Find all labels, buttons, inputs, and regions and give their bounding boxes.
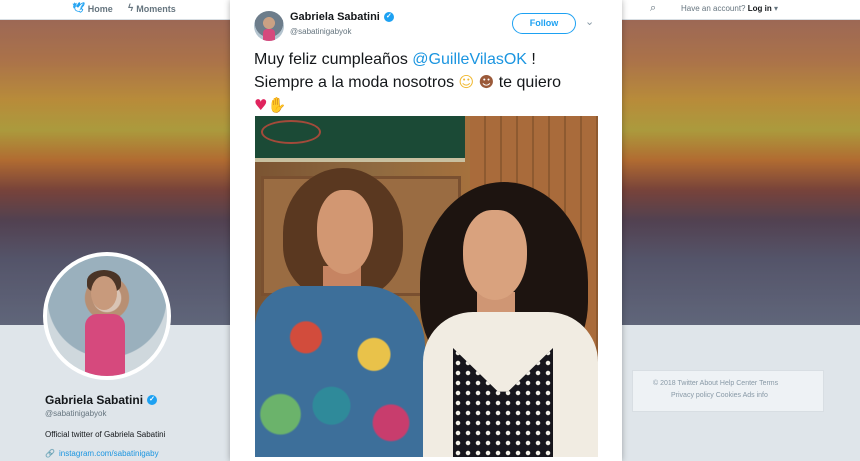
footer-line-1[interactable]: © 2018 Twitter About Help Center Terms <box>653 380 778 387</box>
home-icon: 🕊 <box>72 3 85 14</box>
tweet-photo[interactable] <box>255 116 598 457</box>
chevron-down-icon[interactable]: ⌄ <box>585 15 594 28</box>
tweet-author-avatar[interactable] <box>254 11 284 41</box>
footer-line-2[interactable]: Privacy policy Cookies Ads info <box>671 392 768 399</box>
follow-button[interactable]: Follow <box>512 13 576 34</box>
tweet-author-name-text: Gabriela Sabatini <box>290 11 380 23</box>
verified-badge-icon: ✓ <box>383 12 394 22</box>
avatar-shirt <box>85 314 125 376</box>
search-icon[interactable]: ⌕ <box>650 2 656 15</box>
tweet-text-line2: Siempre a la moda nosotros <box>254 74 459 91</box>
profile-website-link[interactable]: 🔗 instagram.com/sabatinigaby <box>45 449 159 458</box>
profile-name-text: Gabriela Sabatini <box>45 393 144 407</box>
photo-man-shirt <box>255 286 425 457</box>
profile-website-text[interactable]: instagram.com/sabatinigaby <box>59 449 159 458</box>
tweet-author-name[interactable]: Gabriela Sabatini ✓ <box>290 11 394 23</box>
mention-link[interactable]: @GuilleVilasOK <box>412 51 527 68</box>
link-icon: 🔗 <box>45 449 55 458</box>
avatar-face <box>91 276 117 310</box>
tweet-text: Muy feliz cumpleaños @GuilleVilasOK ! Si… <box>254 48 604 117</box>
nav-moments[interactable]: ϟ Moments <box>128 3 176 14</box>
chevron-down-icon[interactable]: ▾ <box>774 4 778 13</box>
profile-name[interactable]: Gabriela Sabatini ✓ <box>45 393 158 407</box>
login-link[interactable]: Log in <box>748 4 772 13</box>
tweet-author-handle[interactable]: @sabatinigabyok <box>290 27 352 36</box>
photo-man-face <box>317 190 373 274</box>
nav-moments-label: Moments <box>136 3 176 14</box>
nav-home[interactable]: 🕊 Home <box>72 3 113 14</box>
profile-handle[interactable]: @sabatinigabyok <box>45 409 107 418</box>
photo-green-banner <box>255 116 465 162</box>
photo-woman-face <box>463 210 527 300</box>
nav-home-label: Home <box>87 3 113 14</box>
profile-avatar[interactable] <box>43 252 171 380</box>
tweet-text-part1: Muy feliz cumpleaños <box>254 51 413 68</box>
profile-bio: Official twitter of Gabriela Sabatini <box>45 430 166 439</box>
tweet-modal: Gabriela Sabatini ✓ @sabatinigabyok Foll… <box>230 0 622 461</box>
see-no-evil-monkey-emoji-icon: ☻ <box>478 73 495 91</box>
raised-hands-emoji-icon: ✋ <box>267 96 287 114</box>
tweet-text-after-emoji: te quiero <box>494 74 561 91</box>
tweet-text-part2: ! <box>526 51 536 68</box>
account-prompt: Have an account? Log in ▾ <box>681 4 778 13</box>
verified-badge-icon: ✓ <box>147 395 158 405</box>
account-prompt-text: Have an account? <box>681 4 746 13</box>
photo-ornament <box>261 120 321 144</box>
footer-links: © 2018 Twitter About Help Center Terms P… <box>632 370 824 412</box>
avatar-shirt <box>263 29 275 41</box>
laughing-emoji-icon: ☺ <box>458 73 475 91</box>
heart-emoji-icon: ♥ <box>254 96 268 114</box>
lightning-icon: ϟ <box>128 3 134 14</box>
